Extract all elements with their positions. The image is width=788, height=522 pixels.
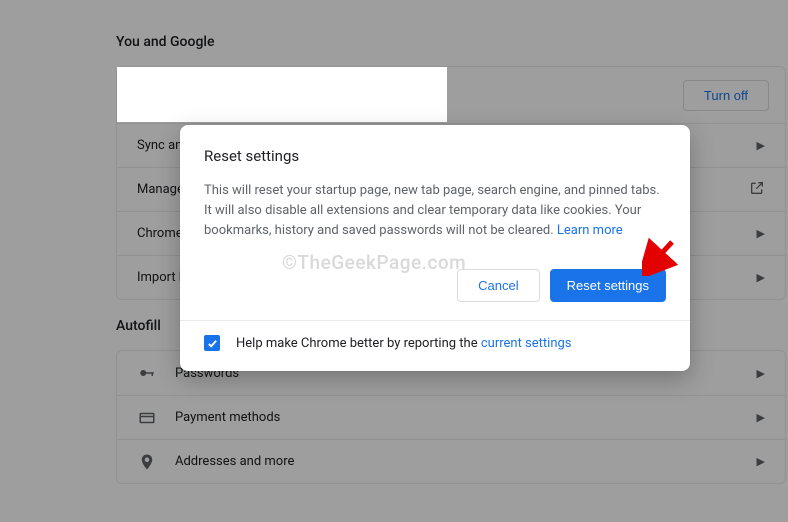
- report-checkbox[interactable]: [204, 335, 220, 351]
- footer-prefix: Help make Chrome better by reporting the: [236, 336, 481, 351]
- account-redacted-overlay: [117, 67, 447, 122]
- learn-more-link[interactable]: Learn more: [557, 223, 623, 238]
- dialog-title: Reset settings: [204, 147, 666, 165]
- reset-settings-dialog: Reset settings This will reset your star…: [180, 125, 690, 371]
- dialog-footer: Help make Chrome better by reporting the…: [180, 320, 690, 355]
- cancel-button[interactable]: Cancel: [457, 269, 539, 302]
- dialog-body: This will reset your startup page, new t…: [204, 181, 666, 241]
- reset-settings-button[interactable]: Reset settings: [550, 269, 666, 302]
- footer-text: Help make Chrome better by reporting the…: [236, 336, 572, 351]
- current-settings-link[interactable]: current settings: [481, 336, 572, 351]
- dialog-actions: Cancel Reset settings: [204, 269, 666, 302]
